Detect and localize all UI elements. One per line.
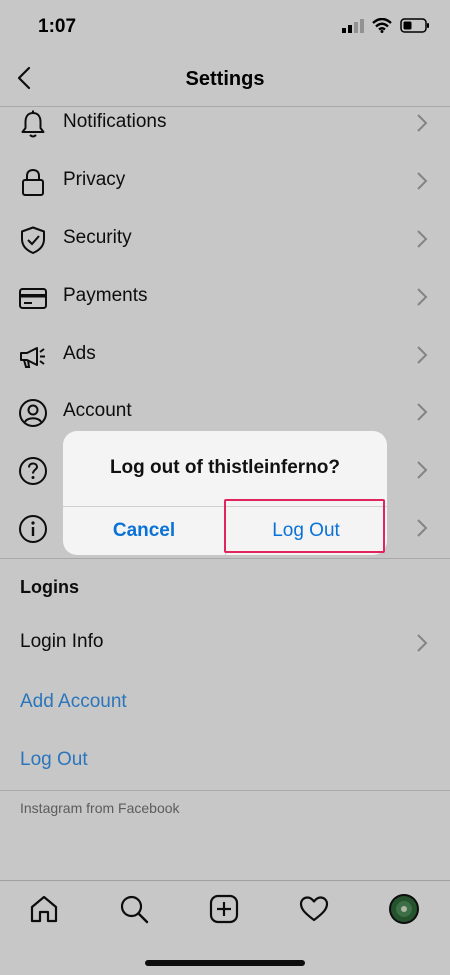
cancel-button[interactable]: Cancel	[63, 506, 225, 555]
dialog-title: Log out of thistleinferno?	[109, 457, 341, 478]
highlight-box	[224, 499, 385, 553]
settings-screen: 1:07 Settings Notifications Privacy Secu…	[0, 0, 450, 975]
